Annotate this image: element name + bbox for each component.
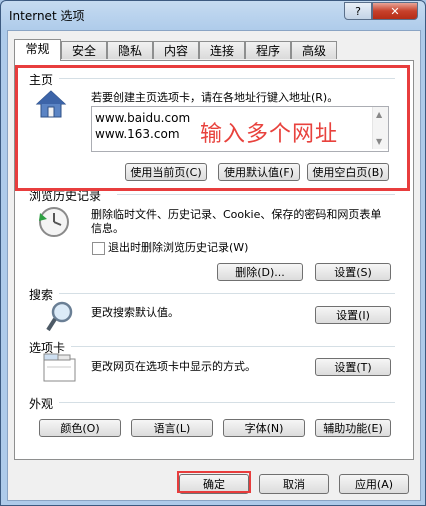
tab-connections[interactable]: 连接 [199, 41, 245, 59]
appearance-separator [59, 402, 395, 403]
tab-privacy[interactable]: 隐私 [107, 41, 153, 59]
delete-history-button[interactable]: 删除(D)... [217, 263, 303, 281]
apply-button[interactable]: 应用(A) [339, 474, 409, 494]
tabs-separator [71, 346, 395, 347]
delete-on-exit-label: 退出时删除浏览历史记录(W) [108, 241, 249, 254]
search-magnifier-icon [46, 301, 73, 332]
tabs-settings-button[interactable]: 设置(T) [315, 358, 391, 376]
tab-content[interactable]: 内容 [153, 41, 199, 59]
colors-button[interactable]: 颜色(O) [39, 419, 121, 437]
ok-highlight-box [177, 471, 251, 493]
window-title: Internet 选项 [9, 9, 85, 23]
tab-advanced[interactable]: 高级 [291, 41, 337, 59]
tab-security[interactable]: 安全 [61, 41, 107, 59]
history-separator [117, 194, 395, 195]
search-settings-button[interactable]: 设置(I) [315, 306, 391, 324]
cancel-button[interactable]: 取消 [259, 474, 329, 494]
tab-programs[interactable]: 程序 [245, 41, 291, 59]
internet-options-window: Internet 选项 ? ✕ 常规 安全 隐私 内容 连接 程序 高级 主页 … [0, 0, 426, 506]
history-settings-button[interactable]: 设置(S) [315, 263, 391, 281]
search-separator [59, 293, 395, 294]
history-description: 删除临时文件、历史记录、Cookie、保存的密码和网页表单信息。 [91, 208, 382, 235]
delete-on-exit-checkbox[interactable] [92, 242, 105, 255]
annotation-highlight-box [15, 65, 410, 191]
accessibility-button[interactable]: 辅助功能(E) [315, 419, 391, 437]
tabs-window-icon [43, 353, 76, 382]
languages-button[interactable]: 语言(L) [131, 419, 213, 437]
fonts-button[interactable]: 字体(N) [223, 419, 305, 437]
close-button[interactable]: ✕ [372, 2, 418, 20]
help-button[interactable]: ? [344, 2, 372, 20]
appearance-group-label: 外观 [29, 397, 54, 411]
tab-general[interactable]: 常规 [14, 39, 61, 61]
search-description: 更改搜索默认值。 [91, 306, 179, 319]
tabs-description: 更改网页在选项卡中显示的方式。 [91, 360, 256, 373]
history-clock-icon [39, 207, 69, 237]
title-bar[interactable]: Internet 选项 ? ✕ [1, 1, 425, 29]
